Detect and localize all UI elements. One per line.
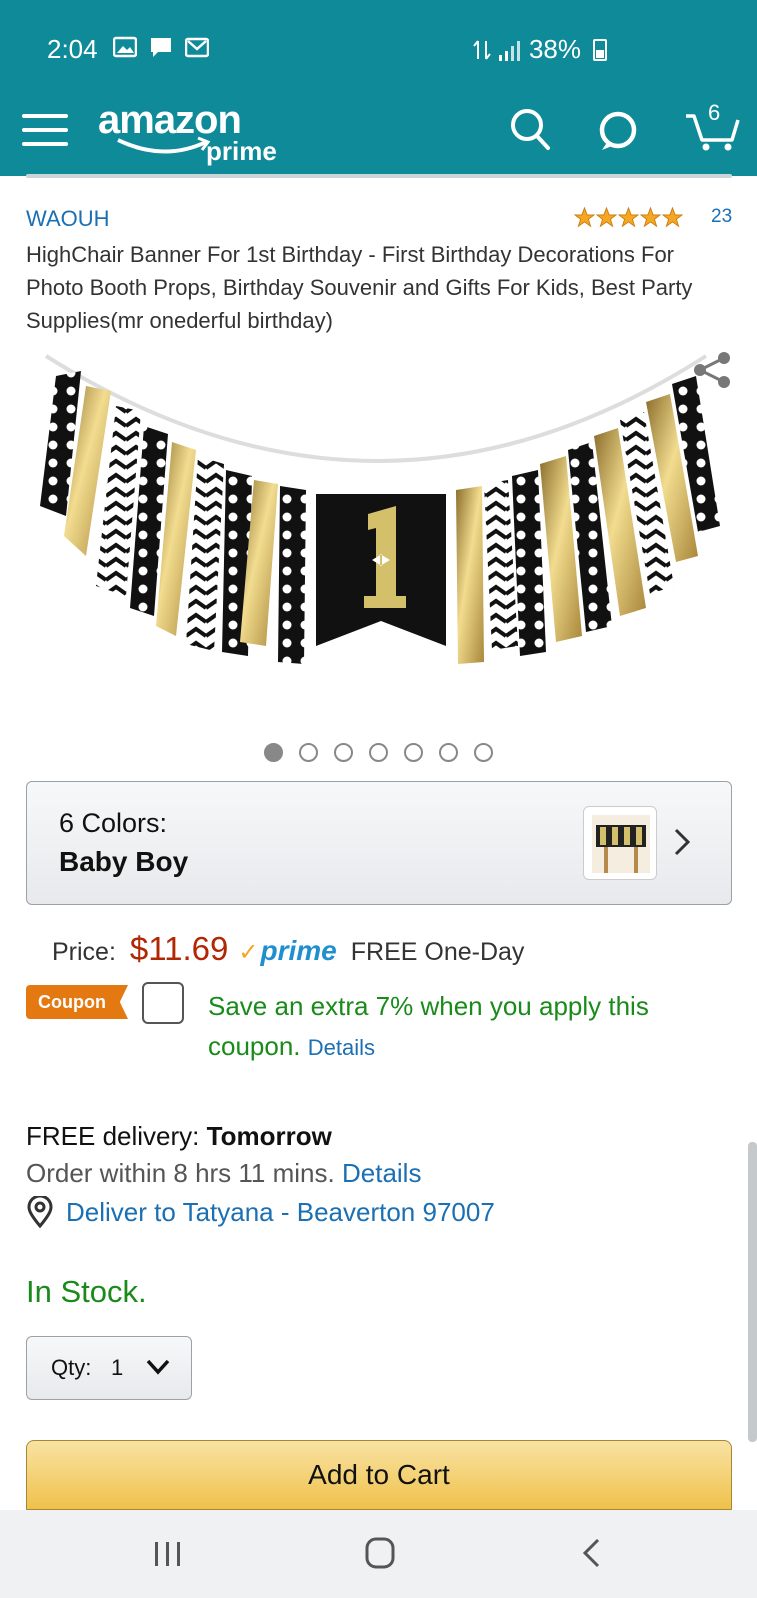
star-icon bbox=[662, 206, 683, 227]
back-icon[interactable] bbox=[578, 1536, 604, 1570]
chevron-down-icon bbox=[146, 1359, 170, 1375]
deliver-to-link[interactable]: Deliver to Tatyana - Beaverton 97007 bbox=[26, 1196, 495, 1228]
carousel-dot[interactable] bbox=[369, 743, 388, 762]
carousel-dot[interactable] bbox=[334, 743, 353, 762]
image-carousel-dots bbox=[264, 743, 493, 762]
app-header: amazon prime 6 bbox=[0, 92, 757, 176]
left-ribbons bbox=[40, 371, 306, 664]
header-divider bbox=[26, 174, 732, 178]
rating-stars bbox=[574, 206, 683, 228]
battery-icon bbox=[593, 38, 607, 61]
home-icon[interactable] bbox=[364, 1536, 396, 1570]
status-bar: 2:04 38% bbox=[0, 0, 757, 92]
order-within: Order within 8 hrs 11 mins. Details bbox=[26, 1158, 421, 1189]
carousel-dot[interactable] bbox=[299, 743, 318, 762]
prime-badge: ✓ prime bbox=[238, 935, 336, 967]
share-icon[interactable] bbox=[690, 350, 734, 390]
quantity-label: Qty: bbox=[51, 1355, 92, 1380]
signal-icon bbox=[498, 40, 520, 61]
status-time: 2:04 bbox=[47, 34, 98, 64]
location-pin-icon bbox=[27, 1196, 53, 1228]
menu-icon[interactable] bbox=[22, 110, 68, 150]
prime-label: prime bbox=[260, 935, 337, 966]
notification-icons bbox=[113, 36, 209, 58]
add-to-cart-button[interactable]: Add to Cart bbox=[26, 1440, 732, 1510]
cart-count: 6 bbox=[708, 100, 721, 125]
coupon-badge: Coupon bbox=[26, 985, 128, 1019]
chevron-right-icon bbox=[674, 828, 691, 856]
recent-apps-icon[interactable] bbox=[152, 1540, 184, 1568]
carousel-dot[interactable] bbox=[404, 743, 423, 762]
variation-thumbnail bbox=[583, 806, 657, 880]
color-variation-selector[interactable]: 6 Colors: Baby Boy bbox=[26, 781, 732, 905]
star-icon bbox=[640, 206, 661, 227]
product-title: HighChair Banner For 1st Birthday - Firs… bbox=[26, 242, 693, 333]
delivery-prefix: FREE delivery: bbox=[26, 1121, 200, 1151]
stock-status: In Stock. bbox=[26, 1274, 147, 1309]
prime-check-icon: ✓ bbox=[238, 939, 259, 966]
coupon-text: Save an extra 7% when you apply this cou… bbox=[208, 986, 728, 1068]
delivery-info: FREE delivery: Tomorrow bbox=[26, 1121, 332, 1152]
variation-thumbnail-image bbox=[592, 815, 650, 873]
gmail-notification-icon bbox=[185, 37, 209, 58]
carousel-dot[interactable] bbox=[439, 743, 458, 762]
search-icon[interactable] bbox=[508, 106, 552, 152]
quantity-value: 1 bbox=[111, 1355, 124, 1380]
product-image[interactable] bbox=[26, 346, 732, 706]
amazon-prime-logo[interactable]: amazon prime bbox=[98, 98, 277, 166]
logo-prime: prime bbox=[206, 136, 277, 166]
system-nav-bar bbox=[0, 1510, 757, 1598]
rating-count: 23 bbox=[711, 206, 733, 227]
carousel-dot[interactable] bbox=[474, 743, 493, 762]
gallery-notification-icon bbox=[113, 36, 137, 58]
deliver-to-text: Deliver to Tatyana - Beaverton 97007 bbox=[66, 1196, 495, 1227]
coupon-checkbox[interactable] bbox=[142, 982, 184, 1024]
carousel-dot[interactable] bbox=[264, 743, 283, 762]
cart-button[interactable]: 6 bbox=[684, 98, 742, 152]
alexa-icon[interactable] bbox=[596, 106, 640, 152]
data-transfer-icon bbox=[473, 39, 491, 60]
status-right: 38% bbox=[473, 34, 607, 65]
variation-value: Baby Boy bbox=[59, 846, 189, 877]
battery-percent: 38% bbox=[528, 34, 581, 64]
price-value: $11.69 bbox=[129, 930, 229, 967]
scrollbar[interactable] bbox=[748, 1142, 757, 1442]
message-notification-icon bbox=[151, 38, 171, 57]
price-row: Price: $11.69 ✓ prime FREE One-Day bbox=[52, 930, 524, 968]
delivery-day: Tomorrow bbox=[206, 1121, 332, 1151]
product-rating[interactable]: 23 bbox=[574, 206, 732, 228]
quantity-dropdown[interactable]: Qty: 1 bbox=[26, 1336, 192, 1400]
coupon-details-link[interactable]: Details bbox=[308, 1035, 375, 1060]
star-icon bbox=[596, 206, 617, 227]
logo-smile-icon bbox=[117, 136, 211, 154]
price-label: Price: bbox=[52, 938, 116, 966]
coupon-description: Save an extra 7% when you apply this cou… bbox=[208, 991, 649, 1061]
delivery-details-link[interactable]: Details bbox=[342, 1158, 421, 1188]
shipping-label: FREE One-Day bbox=[350, 938, 525, 966]
star-icon bbox=[574, 206, 595, 227]
variation-label: 6 Colors: bbox=[59, 808, 168, 838]
order-countdown: Order within 8 hrs 11 mins. bbox=[26, 1158, 335, 1188]
brand-link[interactable]: WAOUH bbox=[26, 206, 110, 232]
star-icon bbox=[618, 206, 639, 227]
center-pennant bbox=[316, 494, 446, 646]
